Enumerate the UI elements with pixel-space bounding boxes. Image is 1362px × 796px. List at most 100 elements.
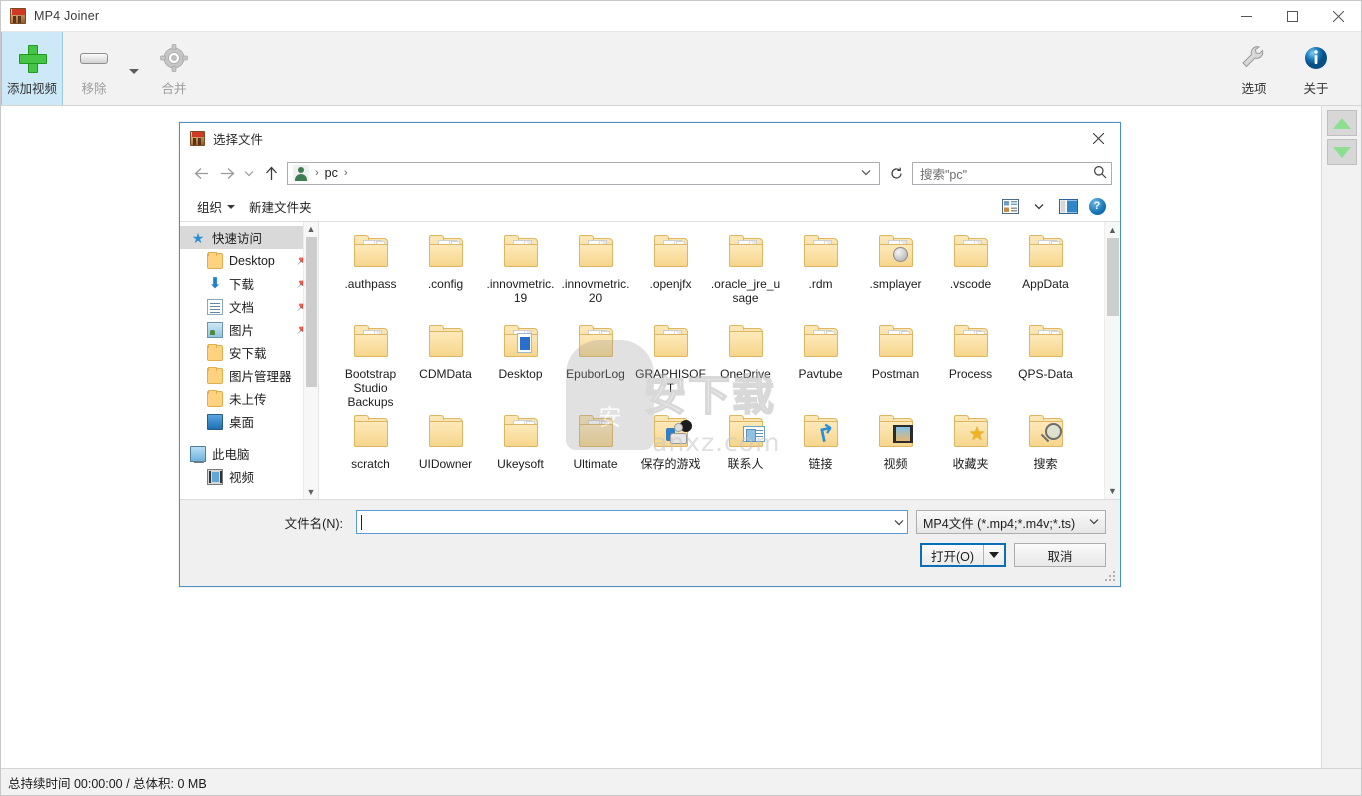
- back-button[interactable]: [188, 160, 214, 186]
- scroll-thumb[interactable]: [1106, 238, 1119, 316]
- file-item[interactable]: Process: [933, 320, 1008, 410]
- scroll-down-icon[interactable]: ▼: [1105, 483, 1121, 499]
- file-item[interactable]: 联系人: [708, 410, 783, 499]
- breadcrumb-separator-2: ›: [343, 167, 348, 179]
- arrow-up-icon: [1332, 117, 1351, 129]
- help-button[interactable]: ?: [1084, 196, 1110, 218]
- cancel-button[interactable]: 取消: [1014, 543, 1106, 567]
- breadcrumb-dropdown-icon[interactable]: [853, 168, 879, 179]
- file-item[interactable]: Desktop: [483, 320, 558, 410]
- sidebar-item-desktop-cn[interactable]: 桌面: [180, 410, 318, 433]
- sidebar-item-picture-manager[interactable]: 图片管理器: [180, 364, 318, 387]
- breadcrumb-item-pc[interactable]: pc: [325, 166, 338, 180]
- file-item[interactable]: CDMData: [408, 320, 483, 410]
- file-item[interactable]: QPS-Data: [1008, 320, 1083, 410]
- file-item[interactable]: .innovmetric.20: [558, 230, 633, 320]
- close-button[interactable]: [1315, 1, 1361, 32]
- organize-button[interactable]: 组织: [190, 194, 242, 219]
- sidebar-item-pictures[interactable]: 图片 📌: [180, 318, 318, 341]
- folder-contact-icon: [725, 415, 767, 452]
- open-dropdown-button[interactable]: [983, 545, 1004, 565]
- open-button[interactable]: 打开(O): [920, 543, 1006, 567]
- navpane-scrollbar[interactable]: ▲ ▼: [303, 222, 318, 499]
- file-item[interactable]: GRAPHISOFT: [633, 320, 708, 410]
- filetype-select[interactable]: MP4文件 (*.mp4;*.m4v;*.ts): [916, 510, 1106, 534]
- remove-dropdown-button[interactable]: [125, 32, 143, 105]
- file-item[interactable]: Pavtube: [783, 320, 858, 410]
- filename-input[interactable]: [356, 510, 908, 534]
- sidebar-item-desktop-qa[interactable]: Desktop 📌: [180, 249, 318, 272]
- scroll-track[interactable]: [1105, 238, 1121, 483]
- contact-card-icon: [742, 426, 765, 442]
- file-item[interactable]: 保存的游戏: [633, 410, 708, 499]
- dialog-body: ★ 快速访问 Desktop 📌 ⬇ 下载 📌 文档 📌 图片 �: [180, 222, 1120, 500]
- file-item[interactable]: .authpass: [333, 230, 408, 320]
- file-item[interactable]: 搜索: [1008, 410, 1083, 499]
- sidebar-item-anxiazai[interactable]: 安下载: [180, 341, 318, 364]
- about-button[interactable]: 关于: [1285, 32, 1347, 105]
- file-item[interactable]: .openjfx: [633, 230, 708, 320]
- preview-pane-icon[interactable]: [1055, 196, 1081, 218]
- sidebar-item-videos[interactable]: 视频: [180, 465, 318, 488]
- breadcrumb[interactable]: › pc ›: [287, 161, 880, 185]
- file-item[interactable]: Bootstrap Studio Backups: [333, 320, 408, 410]
- file-item[interactable]: .smplayer: [858, 230, 933, 320]
- folder-tab: [1028, 415, 1044, 420]
- file-item[interactable]: .innovmetric.19: [483, 230, 558, 320]
- file-item[interactable]: OneDrive: [708, 320, 783, 410]
- file-list-pane[interactable]: .authpass .config .innovmetric.19 .innovmet…: [319, 222, 1120, 499]
- file-item[interactable]: .rdm: [783, 230, 858, 320]
- up-button[interactable]: [258, 160, 284, 186]
- dialog-close-button[interactable]: [1076, 123, 1120, 154]
- move-down-button[interactable]: [1326, 139, 1357, 165]
- file-item[interactable]: 视频: [858, 410, 933, 499]
- file-item[interactable]: .oracle_jre_usage: [708, 230, 783, 320]
- scroll-down-icon[interactable]: ▼: [307, 485, 316, 499]
- sidebar-item-not-uploaded[interactable]: 未上传: [180, 387, 318, 410]
- sidebar-item-downloads[interactable]: ⬇ 下载 📌: [180, 272, 318, 295]
- file-item[interactable]: scratch: [333, 410, 408, 499]
- sidebar-item-documents[interactable]: 文档 📌: [180, 295, 318, 318]
- scroll-up-icon[interactable]: ▲: [1105, 222, 1121, 238]
- file-item[interactable]: EpuborLog: [558, 320, 633, 410]
- file-item[interactable]: Ukeysoft: [483, 410, 558, 499]
- scroll-thumb[interactable]: [305, 237, 317, 387]
- wrench-icon: [1239, 42, 1269, 74]
- file-item[interactable]: Ultimate: [558, 410, 633, 499]
- filetype-value: MP4文件 (*.mp4;*.m4v;*.ts): [923, 516, 1076, 531]
- folder-paper-icon: [500, 235, 542, 272]
- file-item[interactable]: Postman: [858, 320, 933, 410]
- file-item[interactable]: .config: [408, 230, 483, 320]
- add-video-button[interactable]: 添加视频: [1, 32, 63, 105]
- view-dropdown-button[interactable]: [1026, 196, 1052, 218]
- scroll-up-icon[interactable]: ▲: [307, 222, 316, 236]
- new-folder-button[interactable]: 新建文件夹: [242, 194, 319, 219]
- refresh-button[interactable]: [884, 162, 908, 185]
- computer-icon: [190, 445, 206, 463]
- filename-dropdown-icon[interactable]: [890, 511, 907, 533]
- folder-lines-icon: [575, 415, 617, 452]
- folder-paper-icon: [950, 235, 992, 272]
- file-item[interactable]: AppData: [1008, 230, 1083, 320]
- options-button[interactable]: 选项: [1223, 32, 1285, 105]
- merge-button[interactable]: 合并: [143, 32, 205, 105]
- filepane-scrollbar[interactable]: ▲ ▼: [1104, 222, 1120, 499]
- dialog-title: 选择文件: [213, 133, 264, 147]
- view-options-icon[interactable]: [997, 196, 1023, 218]
- sidebar-label: 图片: [229, 324, 255, 338]
- forward-button[interactable]: [214, 160, 240, 186]
- file-label: 收藏夹: [952, 457, 989, 471]
- search-input[interactable]: 搜索"pc": [912, 161, 1112, 185]
- minimize-button[interactable]: [1223, 1, 1269, 32]
- maximize-button[interactable]: [1269, 1, 1315, 32]
- file-item[interactable]: ↱ 链接: [783, 410, 858, 499]
- file-item[interactable]: ★ 收藏夹: [933, 410, 1008, 499]
- recent-locations-button[interactable]: [240, 160, 258, 186]
- file-item[interactable]: UIDowner: [408, 410, 483, 499]
- resize-grip[interactable]: [1105, 571, 1117, 583]
- sidebar-item-quick-access[interactable]: ★ 快速访问: [180, 226, 318, 249]
- file-item[interactable]: .vscode: [933, 230, 1008, 320]
- sidebar-item-this-pc[interactable]: 此电脑: [180, 442, 318, 465]
- move-up-button[interactable]: [1326, 110, 1357, 136]
- remove-button[interactable]: 移除: [63, 32, 125, 105]
